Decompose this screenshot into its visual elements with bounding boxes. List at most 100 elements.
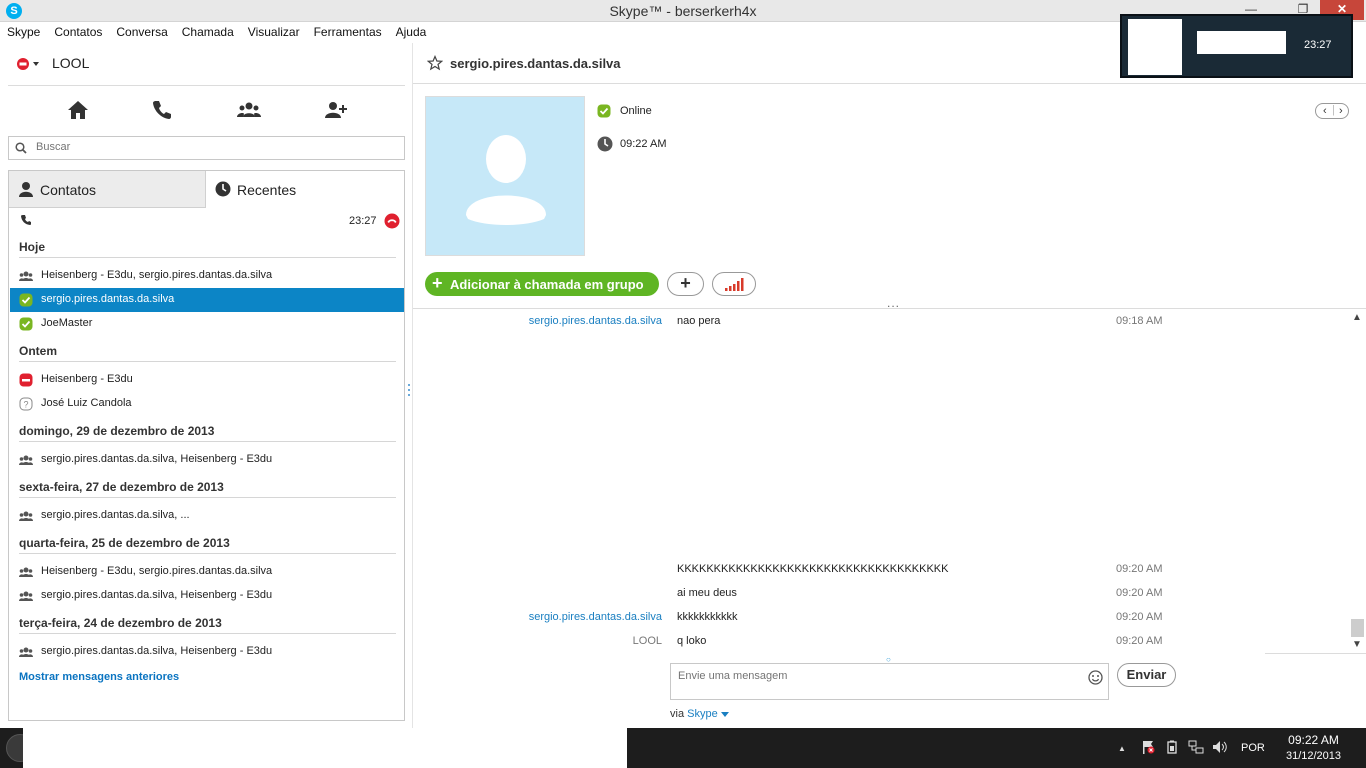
menu-visualizar[interactable]: Visualizar [241,22,307,39]
message-row: LOOL q loko 09:20 AM [413,630,1349,650]
list-item-name: sergio.pires.dantas.da.silva, Heisenberg… [41,589,273,601]
list-item[interactable]: sergio.pires.dantas.da.silva, Heisenberg… [10,448,404,472]
plus-icon: + [680,273,691,293]
power-battery-icon[interactable] [1165,740,1179,754]
menu-contatos[interactable]: Contatos [47,22,109,39]
list-item[interactable]: sergio.pires.dantas.da.silva, Heisenberg… [10,640,404,664]
via-selector: via Skype [670,708,729,720]
message-text: ai meu deus [677,587,737,599]
menu-ferramentas[interactable]: Ferramentas [307,22,389,39]
message-sender[interactable]: sergio.pires.dantas.da.silva [529,611,662,623]
add-contact-icon[interactable] [323,97,349,123]
volume-icon[interactable] [1212,740,1228,754]
favorite-star-icon[interactable] [427,55,443,71]
message-compose-box[interactable] [670,663,1109,700]
tab-recent[interactable]: Recentes [206,171,404,208]
clock-time[interactable]: 09:22 AM [1281,733,1346,747]
panel-splitter-handle[interactable] [405,43,413,728]
busy-status-icon [19,373,33,387]
clock-date[interactable]: 31/12/2013 [1281,750,1346,762]
list-item-selected[interactable]: sergio.pires.dantas.da.silva [10,288,404,312]
message-time: 09:20 AM [1116,563,1163,575]
list-item[interactable]: Heisenberg - E3du, sergio.pires.dantas.d… [10,560,404,584]
list-item[interactable]: ? José Luiz Candola [10,392,404,416]
emoticon-icon[interactable] [1088,670,1103,685]
list-item-name: sergio.pires.dantas.da.silva [41,293,175,305]
previous-arrow-icon[interactable]: ‹ [1323,104,1327,118]
tab-contacts[interactable]: Contatos [9,171,206,208]
divider [1265,653,1366,654]
message-scrollbar[interactable]: ▲ ▼ [1349,309,1366,654]
via-service: Skype [687,708,718,720]
scroll-up-icon[interactable]: ▲ [1352,312,1362,323]
online-status-icon [19,317,33,331]
left-panel: LOOL Contatos Recentes 23:27 Hoje Heisen… [8,43,405,721]
notification-text-area [1197,31,1286,54]
message-sender[interactable]: LOOL [633,635,662,647]
message-row: sergio.pires.dantas.da.silva kkkkkkkkkkk… [413,606,1349,626]
online-status-icon [597,104,611,118]
section-date: terça-feira, 24 de dezembro de 2013 [19,612,396,634]
menu-skype[interactable]: Skype [0,22,47,39]
status-dropdown[interactable] [16,57,42,74]
section-label: Ontem [19,344,58,358]
list-item-name: sergio.pires.dantas.da.silva, Heisenberg… [41,645,273,657]
menu-conversa[interactable]: Conversa [109,22,174,39]
notification-avatar [1128,19,1182,75]
message-row: sergio.pires.dantas.da.silva nao pera 09… [413,310,1349,330]
quick-nav [8,97,405,123]
phone-icon[interactable] [149,97,175,123]
profile-bar: LOOL [8,51,405,75]
profile-name[interactable]: LOOL [52,55,89,71]
next-arrow-icon[interactable]: › [1339,104,1343,118]
taskbar-apps-area [23,728,627,768]
tab-contacts-label: Contatos [40,182,97,198]
message-input[interactable] [678,670,1078,682]
contact-status: Online [620,105,652,117]
section-date: sexta-feira, 27 de dezembro de 2013 [19,476,396,498]
menu-chamada[interactable]: Chamada [175,22,241,39]
list-item[interactable]: sergio.pires.dantas.da.silva, Heisenberg… [10,584,404,608]
list-item-name: Heisenberg - E3du, sergio.pires.dantas.d… [41,269,273,281]
home-icon[interactable] [65,97,91,123]
scroll-down-icon[interactable]: ▼ [1352,639,1362,650]
list-item[interactable]: Heisenberg - E3du [10,368,404,392]
search-input[interactable] [36,141,396,153]
list-item[interactable]: sergio.pires.dantas.da.silva, ... [10,504,404,528]
message-row: ai meu deus 09:20 AM [413,582,1349,602]
group-icon [19,511,33,521]
notification-popup[interactable]: 23:27 [1120,14,1353,78]
input-language[interactable]: POR [1241,742,1265,754]
group-icon [19,271,33,281]
list-item-name: José Luiz Candola [41,397,132,409]
section-today: Hoje [19,236,396,258]
svg-text:?: ? [23,400,28,410]
section-label: sexta-feira, 27 de dezembro de 2013 [19,480,224,494]
via-prefix: via [670,708,685,720]
network-icon[interactable] [1188,740,1204,754]
show-older-messages-link[interactable]: Mostrar mensagens anteriores [19,671,179,683]
message-time: 09:20 AM [1116,635,1163,647]
message-text: KKKKKKKKKKKKKKKKKKKKKKKKKKKKKKKKKKKKK [677,563,949,575]
show-hidden-icons-icon[interactable]: ▲ [1118,744,1126,753]
add-button[interactable]: + [667,272,704,296]
add-to-group-call-button[interactable]: + Adicionar à chamada em grupo [425,272,659,296]
menu-ajuda[interactable]: Ajuda [389,22,434,39]
list-item[interactable]: JoeMaster [10,312,404,336]
clock-icon [215,181,231,197]
message-sender[interactable]: sergio.pires.dantas.da.silva [529,315,662,327]
call-quality-button[interactable] [712,272,756,296]
via-service-dropdown[interactable]: Skype [687,708,729,720]
clock-icon [597,136,613,152]
scrollbar-thumb[interactable] [1351,619,1364,637]
message-text: nao pera [677,315,721,327]
add-to-group-call-label: Adicionar à chamada em grupo [450,277,644,292]
search-box[interactable] [8,136,405,160]
section-label: domingo, 29 de dezembro de 2013 [19,424,215,438]
send-button[interactable]: Enviar [1117,663,1176,687]
contacts-group-icon[interactable] [236,97,262,123]
action-center-flag-icon[interactable] [1141,740,1155,754]
list-item[interactable]: Heisenberg - E3du, sergio.pires.dantas.d… [10,264,404,288]
contact-list-panel: Contatos Recentes 23:27 Hoje Heisenberg … [8,170,405,721]
end-call-icon[interactable] [384,213,400,229]
